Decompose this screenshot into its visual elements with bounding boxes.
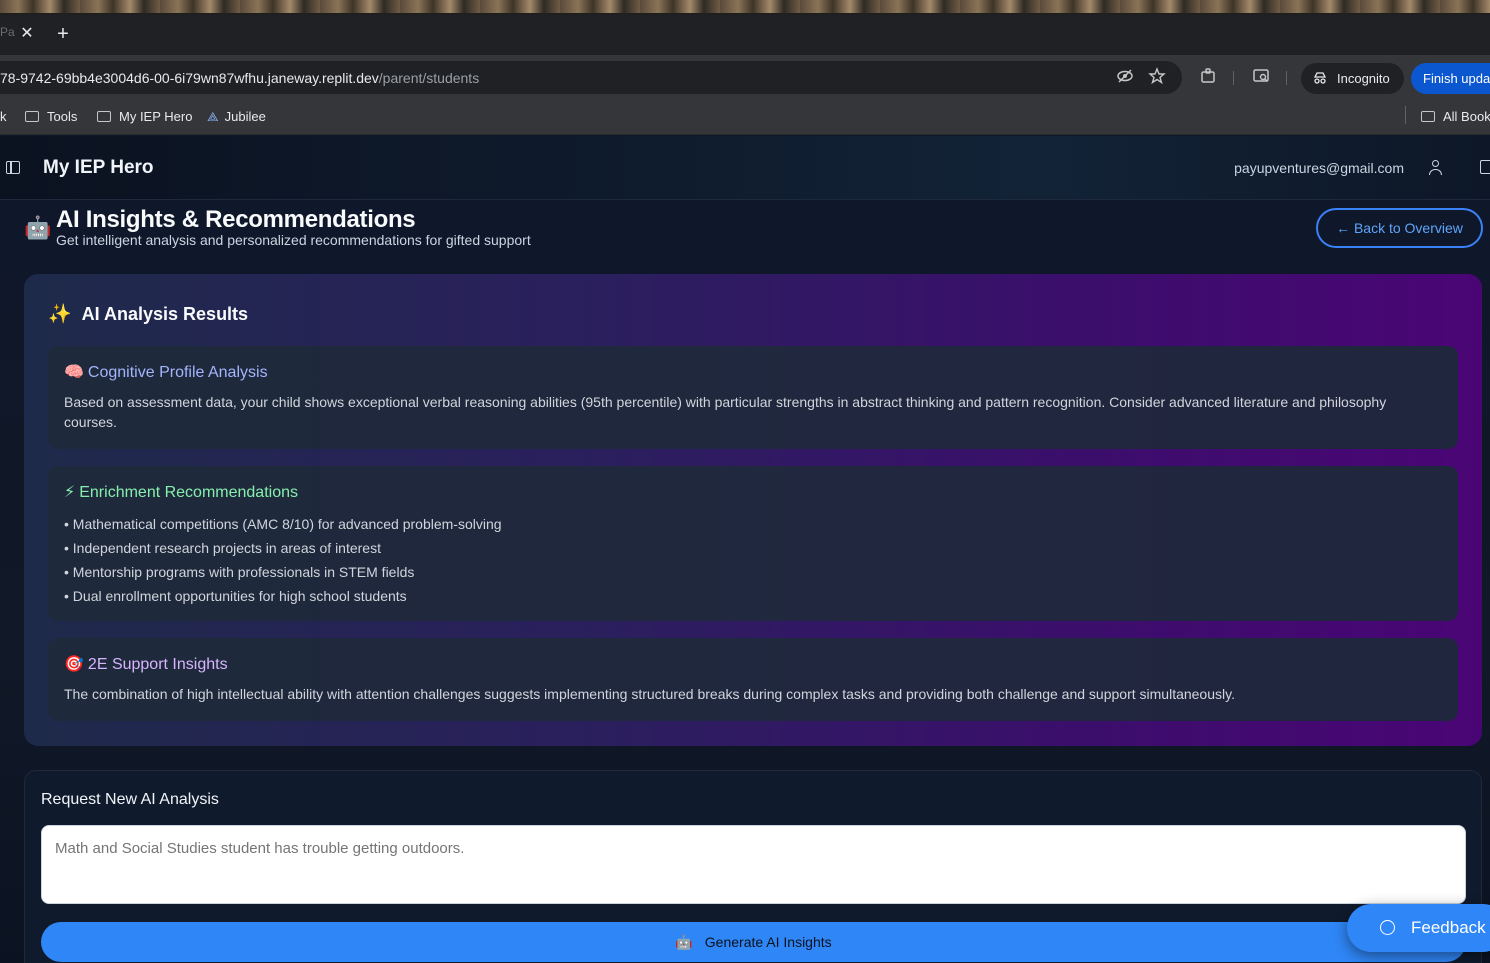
bookmarks-divider — [1405, 106, 1406, 124]
incognito-icon — [1313, 63, 1327, 94]
extensions-icon[interactable] — [1197, 67, 1219, 89]
enrichment-card: ⚡ Enrichment Recommendations • Mathematic… — [48, 466, 1458, 621]
user-profile-icon[interactable] — [1428, 158, 1444, 176]
cognitive-profile-card: 🧠 Cognitive Profile Analysis Based on ass… — [48, 346, 1458, 449]
cast-search-icon[interactable] — [1250, 67, 1272, 89]
enrichment-item: • Mathematical competitions (AMC 8/10) f… — [64, 516, 502, 532]
cognitive-profile-text: Based on assessment data, your child sho… — [64, 394, 1387, 430]
cognitive-profile-title: Cognitive Profile Analysis — [87, 364, 268, 381]
2e-support-card: 🎯 2E Support Insights The combination of … — [48, 638, 1458, 721]
page-subtitle: Get intelligent analysis and personalize… — [56, 232, 531, 248]
eye-off-icon[interactable] — [1114, 67, 1136, 89]
bookmark-jubilee[interactable]: ⟁ Jubilee — [207, 107, 266, 127]
browser-tab-strip: Pa ✕ + — [0, 15, 1490, 55]
all-bookmarks-label: All Book — [1443, 109, 1490, 124]
bookmark-folder-my-iep-hero[interactable]: My IEP Hero — [97, 107, 192, 127]
robot-icon: 🤖 — [24, 215, 52, 240]
lightning-icon: ⚡ — [64, 484, 76, 501]
ai-analysis-results-card: ✨ AI Analysis Results 🧠 Cognitive Profile … — [24, 274, 1482, 746]
bookmarks-bar: k Tools My IEP Hero ⟁ Jubilee All Book — [0, 99, 1490, 135]
bookmark-folder-tools[interactable]: Tools — [25, 107, 77, 127]
main-content: 🤖 AI Insights & Recommendations Get inte… — [0, 201, 1490, 963]
request-analysis-card: Request New AI Analysis 🤖 Generate AI Ins… — [24, 770, 1482, 963]
sidebar-toggle-icon[interactable] — [6, 161, 20, 174]
results-heading: ✨ AI Analysis Results — [48, 302, 248, 326]
desktop-wallpaper-strip — [0, 0, 1490, 15]
results-title: AI Analysis Results — [81, 304, 249, 324]
enrichment-title: Enrichment Recommendations — [79, 484, 298, 501]
robot-icon: 🤖 — [675, 934, 693, 950]
request-analysis-title: Request New AI Analysis — [41, 791, 219, 808]
cognitive-profile-heading: 🧠 Cognitive Profile Analysis — [64, 362, 1442, 382]
bookmark-item[interactable]: k — [0, 107, 7, 127]
feedback-button[interactable]: Feedback — [1347, 904, 1490, 952]
enrichment-item: • Mentorship programs with professionals… — [64, 564, 415, 580]
address-bar[interactable]: 78-9742-69bb4e3004d6-00-6i79wn87wfhu.jan… — [0, 61, 1182, 94]
tab-title-fragment: Pa — [0, 25, 15, 39]
app-header: My IEP Hero payupventures@gmail.com — [0, 136, 1490, 200]
enrichment-item: • Dual enrollment opportunities for high… — [64, 588, 407, 604]
page-title: AI Insights & Recommendations — [56, 206, 416, 233]
target-icon: 🎯 — [64, 656, 84, 673]
address-url[interactable]: 78-9742-69bb4e3004d6-00-6i79wn87wfhu.jan… — [0, 70, 479, 86]
browser-toolbar: 78-9742-69bb4e3004d6-00-6i79wn87wfhu.jan… — [0, 55, 1490, 99]
back-to-overview-button[interactable]: ← Back to Overview — [1316, 208, 1483, 248]
user-email: payupventures@gmail.com — [1234, 160, 1404, 176]
app-title[interactable]: My IEP Hero — [43, 157, 154, 179]
all-bookmarks-folder[interactable]: All Book — [1421, 107, 1490, 127]
star-icon[interactable] — [1146, 67, 1168, 89]
logout-icon[interactable] — [1480, 160, 1490, 174]
sparkles-icon: ✨ — [48, 304, 72, 325]
tab-close-icon[interactable]: ✕ — [16, 23, 38, 45]
bookmark-label: Tools — [47, 109, 78, 124]
2e-support-text: The combination of high intellectual abi… — [64, 686, 1235, 702]
feedback-label: Feedback — [1411, 918, 1486, 937]
folder-icon — [1421, 111, 1435, 122]
generate-button-label: Generate AI Insights — [704, 934, 832, 950]
toolbar-divider — [1286, 71, 1287, 85]
analysis-request-input[interactable] — [41, 825, 1466, 904]
incognito-label: Incognito — [1337, 71, 1390, 86]
2e-support-title: 2E Support Insights — [87, 656, 228, 673]
generate-ai-insights-button[interactable]: 🤖 Generate AI Insights — [41, 922, 1466, 962]
enrichment-list: • Mathematical competitions (AMC 8/10) f… — [64, 512, 1442, 608]
new-tab-button[interactable]: + — [52, 23, 74, 45]
enrichment-item: • Independent research projects in areas… — [64, 540, 381, 556]
folder-icon — [97, 111, 111, 122]
enrichment-heading: ⚡ Enrichment Recommendations — [64, 482, 1442, 502]
chat-bubble-icon — [1380, 920, 1395, 935]
bookmark-label: My IEP Hero — [119, 109, 193, 124]
url-path: /parent/students — [378, 70, 480, 86]
toolbar-divider — [1233, 71, 1234, 85]
2e-support-heading: 🎯 2E Support Insights — [64, 654, 1442, 674]
brain-icon: 🧠 — [64, 364, 84, 381]
url-host: 78-9742-69bb4e3004d6-00-6i79wn87wfhu.jan… — [0, 70, 379, 86]
finish-update-button[interactable]: Finish upda — [1411, 63, 1490, 94]
bookmark-label: Jubilee — [224, 109, 266, 124]
folder-icon — [25, 111, 39, 122]
jubilee-icon: ⟁ — [207, 109, 219, 124]
incognito-chip[interactable]: Incognito — [1301, 63, 1404, 94]
